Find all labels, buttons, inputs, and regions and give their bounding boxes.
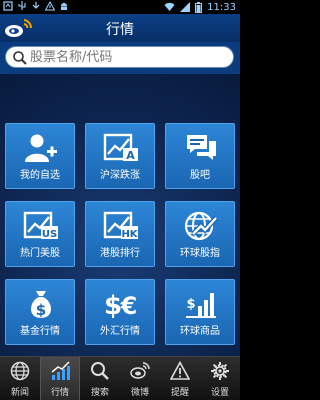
status-notifications (3, 1, 69, 11)
tile-hk-stocks[interactable]: HK 港股排行 (85, 201, 155, 267)
status-system: 11:33 (164, 0, 236, 14)
status-time: 11:33 (207, 1, 236, 13)
android-icon (61, 3, 67, 10)
svg-text:US: US (42, 229, 57, 240)
search-icon (13, 51, 27, 65)
status-bar: 11:33 (0, 0, 240, 14)
weibo-icon (130, 362, 150, 379)
svg-text:$: $ (104, 291, 122, 320)
tile-label: 环球商品 (180, 326, 220, 337)
tab-label: 行情 (50, 388, 69, 398)
gear-icon (211, 362, 229, 380)
market-grid: 我的自选 A 沪深跌涨 股吧 US 热门美股 HK 港股排行 环球股指 $ 基金… (0, 74, 240, 370)
tile-global-index[interactable]: 环球股指 (165, 201, 235, 267)
tab-settings[interactable]: 设置 (200, 357, 240, 400)
tile-watchlist[interactable]: 我的自选 (5, 123, 75, 189)
bottom-tab-bar: 新闻 行情 搜索 微博 提醒 设置 (0, 356, 240, 400)
tile-a-shares[interactable]: A 沪深跌涨 (85, 123, 155, 189)
tab-label: 设置 (210, 388, 229, 398)
user-add-icon (25, 134, 57, 162)
chart-a-icon: A (103, 133, 138, 162)
search-input[interactable] (30, 47, 228, 67)
svg-text:$: $ (186, 297, 195, 312)
download-icon (32, 2, 40, 9)
globe-chart-icon (184, 211, 218, 241)
tab-label: 微博 (130, 388, 149, 398)
chat-icon (187, 135, 216, 160)
tab-label: 提醒 (170, 388, 189, 398)
search-bar (0, 42, 240, 74)
tile-funds[interactable]: $ 基金行情 (5, 279, 75, 345)
chart-us-icon: US (23, 211, 58, 240)
trend-icon (51, 361, 70, 380)
tile-forex[interactable]: $ € 外汇行情 (85, 279, 155, 345)
tile-forum[interactable]: 股吧 (165, 123, 235, 189)
notification-icon (3, 1, 13, 11)
tile-label: 环球股指 (180, 248, 220, 259)
svg-text:A: A (126, 149, 135, 162)
chart-hk-icon: HK (103, 211, 139, 240)
tile-label: 热门美股 (20, 248, 60, 259)
tile-label: 基金行情 (20, 326, 60, 337)
tab-market[interactable]: 行情 (40, 357, 80, 400)
tile-us-stocks[interactable]: US 热门美股 (5, 201, 75, 267)
currency-icon: $ € (104, 291, 138, 320)
tile-label: 我的自选 (20, 170, 60, 181)
wifi-icon (164, 2, 175, 11)
money-bag-icon: $ (31, 291, 51, 319)
tab-label: 新闻 (10, 388, 29, 398)
battery-icon (195, 1, 203, 13)
svg-text:€: € (120, 292, 138, 320)
tile-label: 股吧 (190, 170, 210, 181)
bar-chart-icon: $ (186, 293, 216, 318)
tab-alerts[interactable]: 提醒 (160, 357, 200, 400)
svg-text:$: $ (36, 301, 46, 319)
title-bar: 行情 (0, 14, 240, 42)
page-title: 行情 (106, 22, 134, 38)
tile-commodities[interactable]: $ 环球商品 (165, 279, 235, 345)
tile-label: 外汇行情 (100, 326, 140, 337)
alert-icon (170, 361, 190, 380)
search-field[interactable] (5, 46, 234, 68)
search-icon (91, 362, 109, 380)
svg-text:HK: HK (121, 229, 138, 240)
usb-icon (18, 1, 26, 10)
globe-icon (10, 361, 30, 381)
tab-search[interactable]: 搜索 (80, 357, 120, 400)
warning-icon (45, 1, 55, 11)
tile-label: 沪深跌涨 (100, 170, 140, 181)
signal-icon (180, 2, 191, 12)
tab-weibo[interactable]: 微博 (120, 357, 160, 400)
tab-news[interactable]: 新闻 (0, 357, 40, 400)
tab-label: 搜索 (90, 388, 109, 398)
app-window: 行情 我的自选 A (0, 14, 240, 400)
tile-label: 港股排行 (100, 248, 140, 259)
